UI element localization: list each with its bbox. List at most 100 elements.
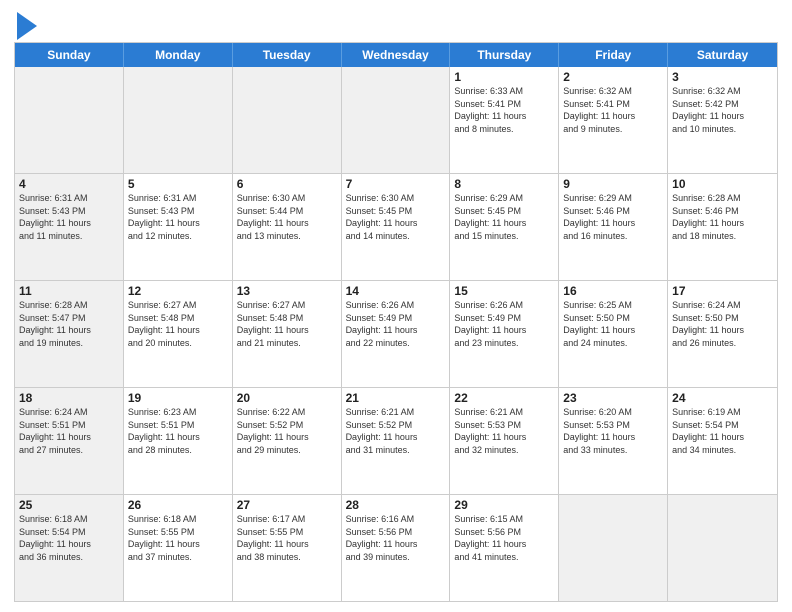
day-number: 1 (454, 70, 554, 84)
day-number: 24 (672, 391, 773, 405)
day-number: 26 (128, 498, 228, 512)
day-number: 2 (563, 70, 663, 84)
logo (14, 14, 37, 40)
day-info: Sunrise: 6:23 AM Sunset: 5:51 PM Dayligh… (128, 406, 228, 456)
calendar-row: 11Sunrise: 6:28 AM Sunset: 5:47 PM Dayli… (15, 281, 777, 388)
calendar-header: SundayMondayTuesdayWednesdayThursdayFrid… (15, 43, 777, 67)
day-number: 3 (672, 70, 773, 84)
day-info: Sunrise: 6:26 AM Sunset: 5:49 PM Dayligh… (346, 299, 446, 349)
day-info: Sunrise: 6:18 AM Sunset: 5:55 PM Dayligh… (128, 513, 228, 563)
day-number: 25 (19, 498, 119, 512)
day-number: 10 (672, 177, 773, 191)
day-info: Sunrise: 6:29 AM Sunset: 5:46 PM Dayligh… (563, 192, 663, 242)
page: SundayMondayTuesdayWednesdayThursdayFrid… (0, 0, 792, 612)
day-info: Sunrise: 6:27 AM Sunset: 5:48 PM Dayligh… (237, 299, 337, 349)
calendar-cell: 16Sunrise: 6:25 AM Sunset: 5:50 PM Dayli… (559, 281, 668, 387)
day-info: Sunrise: 6:31 AM Sunset: 5:43 PM Dayligh… (19, 192, 119, 242)
calendar-cell: 25Sunrise: 6:18 AM Sunset: 5:54 PM Dayli… (15, 495, 124, 601)
calendar-cell (668, 495, 777, 601)
calendar-cell: 4Sunrise: 6:31 AM Sunset: 5:43 PM Daylig… (15, 174, 124, 280)
day-number: 15 (454, 284, 554, 298)
calendar-cell: 8Sunrise: 6:29 AM Sunset: 5:45 PM Daylig… (450, 174, 559, 280)
day-number: 16 (563, 284, 663, 298)
day-info: Sunrise: 6:28 AM Sunset: 5:47 PM Dayligh… (19, 299, 119, 349)
calendar-header-cell: Saturday (668, 43, 777, 67)
day-number: 13 (237, 284, 337, 298)
day-info: Sunrise: 6:22 AM Sunset: 5:52 PM Dayligh… (237, 406, 337, 456)
calendar-row: 4Sunrise: 6:31 AM Sunset: 5:43 PM Daylig… (15, 174, 777, 281)
day-info: Sunrise: 6:21 AM Sunset: 5:52 PM Dayligh… (346, 406, 446, 456)
calendar-cell: 12Sunrise: 6:27 AM Sunset: 5:48 PM Dayli… (124, 281, 233, 387)
calendar-cell (559, 495, 668, 601)
calendar-cell: 1Sunrise: 6:33 AM Sunset: 5:41 PM Daylig… (450, 67, 559, 173)
day-number: 8 (454, 177, 554, 191)
calendar-header-cell: Wednesday (342, 43, 451, 67)
day-info: Sunrise: 6:29 AM Sunset: 5:45 PM Dayligh… (454, 192, 554, 242)
day-number: 17 (672, 284, 773, 298)
day-info: Sunrise: 6:16 AM Sunset: 5:56 PM Dayligh… (346, 513, 446, 563)
day-info: Sunrise: 6:24 AM Sunset: 5:51 PM Dayligh… (19, 406, 119, 456)
calendar-cell: 10Sunrise: 6:28 AM Sunset: 5:46 PM Dayli… (668, 174, 777, 280)
day-number: 9 (563, 177, 663, 191)
calendar-cell (15, 67, 124, 173)
day-number: 23 (563, 391, 663, 405)
day-info: Sunrise: 6:18 AM Sunset: 5:54 PM Dayligh… (19, 513, 119, 563)
calendar-cell: 28Sunrise: 6:16 AM Sunset: 5:56 PM Dayli… (342, 495, 451, 601)
day-info: Sunrise: 6:21 AM Sunset: 5:53 PM Dayligh… (454, 406, 554, 456)
day-number: 5 (128, 177, 228, 191)
calendar-cell: 18Sunrise: 6:24 AM Sunset: 5:51 PM Dayli… (15, 388, 124, 494)
day-number: 18 (19, 391, 119, 405)
calendar-cell: 7Sunrise: 6:30 AM Sunset: 5:45 PM Daylig… (342, 174, 451, 280)
calendar-cell: 22Sunrise: 6:21 AM Sunset: 5:53 PM Dayli… (450, 388, 559, 494)
calendar-cell: 6Sunrise: 6:30 AM Sunset: 5:44 PM Daylig… (233, 174, 342, 280)
calendar-cell (233, 67, 342, 173)
calendar-cell: 26Sunrise: 6:18 AM Sunset: 5:55 PM Dayli… (124, 495, 233, 601)
calendar-header-cell: Monday (124, 43, 233, 67)
calendar-cell: 17Sunrise: 6:24 AM Sunset: 5:50 PM Dayli… (668, 281, 777, 387)
calendar-header-cell: Friday (559, 43, 668, 67)
header (14, 10, 778, 40)
calendar-cell: 11Sunrise: 6:28 AM Sunset: 5:47 PM Dayli… (15, 281, 124, 387)
day-info: Sunrise: 6:32 AM Sunset: 5:41 PM Dayligh… (563, 85, 663, 135)
day-number: 4 (19, 177, 119, 191)
day-number: 14 (346, 284, 446, 298)
day-number: 22 (454, 391, 554, 405)
day-info: Sunrise: 6:25 AM Sunset: 5:50 PM Dayligh… (563, 299, 663, 349)
calendar-cell (342, 67, 451, 173)
day-info: Sunrise: 6:26 AM Sunset: 5:49 PM Dayligh… (454, 299, 554, 349)
calendar-cell: 24Sunrise: 6:19 AM Sunset: 5:54 PM Dayli… (668, 388, 777, 494)
calendar-cell: 27Sunrise: 6:17 AM Sunset: 5:55 PM Dayli… (233, 495, 342, 601)
day-number: 21 (346, 391, 446, 405)
day-number: 19 (128, 391, 228, 405)
day-number: 6 (237, 177, 337, 191)
day-info: Sunrise: 6:15 AM Sunset: 5:56 PM Dayligh… (454, 513, 554, 563)
day-number: 12 (128, 284, 228, 298)
calendar-cell: 13Sunrise: 6:27 AM Sunset: 5:48 PM Dayli… (233, 281, 342, 387)
day-number: 20 (237, 391, 337, 405)
calendar-row: 25Sunrise: 6:18 AM Sunset: 5:54 PM Dayli… (15, 495, 777, 601)
calendar-cell: 3Sunrise: 6:32 AM Sunset: 5:42 PM Daylig… (668, 67, 777, 173)
logo-icon (17, 12, 37, 40)
calendar-cell: 19Sunrise: 6:23 AM Sunset: 5:51 PM Dayli… (124, 388, 233, 494)
calendar-cell: 14Sunrise: 6:26 AM Sunset: 5:49 PM Dayli… (342, 281, 451, 387)
calendar-cell: 23Sunrise: 6:20 AM Sunset: 5:53 PM Dayli… (559, 388, 668, 494)
day-number: 28 (346, 498, 446, 512)
day-number: 11 (19, 284, 119, 298)
day-number: 27 (237, 498, 337, 512)
day-number: 7 (346, 177, 446, 191)
day-info: Sunrise: 6:19 AM Sunset: 5:54 PM Dayligh… (672, 406, 773, 456)
day-info: Sunrise: 6:24 AM Sunset: 5:50 PM Dayligh… (672, 299, 773, 349)
day-info: Sunrise: 6:20 AM Sunset: 5:53 PM Dayligh… (563, 406, 663, 456)
calendar-cell (124, 67, 233, 173)
calendar-header-cell: Thursday (450, 43, 559, 67)
calendar-row: 1Sunrise: 6:33 AM Sunset: 5:41 PM Daylig… (15, 67, 777, 174)
calendar-body: 1Sunrise: 6:33 AM Sunset: 5:41 PM Daylig… (15, 67, 777, 601)
day-info: Sunrise: 6:33 AM Sunset: 5:41 PM Dayligh… (454, 85, 554, 135)
calendar-cell: 2Sunrise: 6:32 AM Sunset: 5:41 PM Daylig… (559, 67, 668, 173)
calendar-header-cell: Tuesday (233, 43, 342, 67)
calendar-cell: 29Sunrise: 6:15 AM Sunset: 5:56 PM Dayli… (450, 495, 559, 601)
day-info: Sunrise: 6:27 AM Sunset: 5:48 PM Dayligh… (128, 299, 228, 349)
day-number: 29 (454, 498, 554, 512)
calendar-cell: 9Sunrise: 6:29 AM Sunset: 5:46 PM Daylig… (559, 174, 668, 280)
day-info: Sunrise: 6:30 AM Sunset: 5:45 PM Dayligh… (346, 192, 446, 242)
